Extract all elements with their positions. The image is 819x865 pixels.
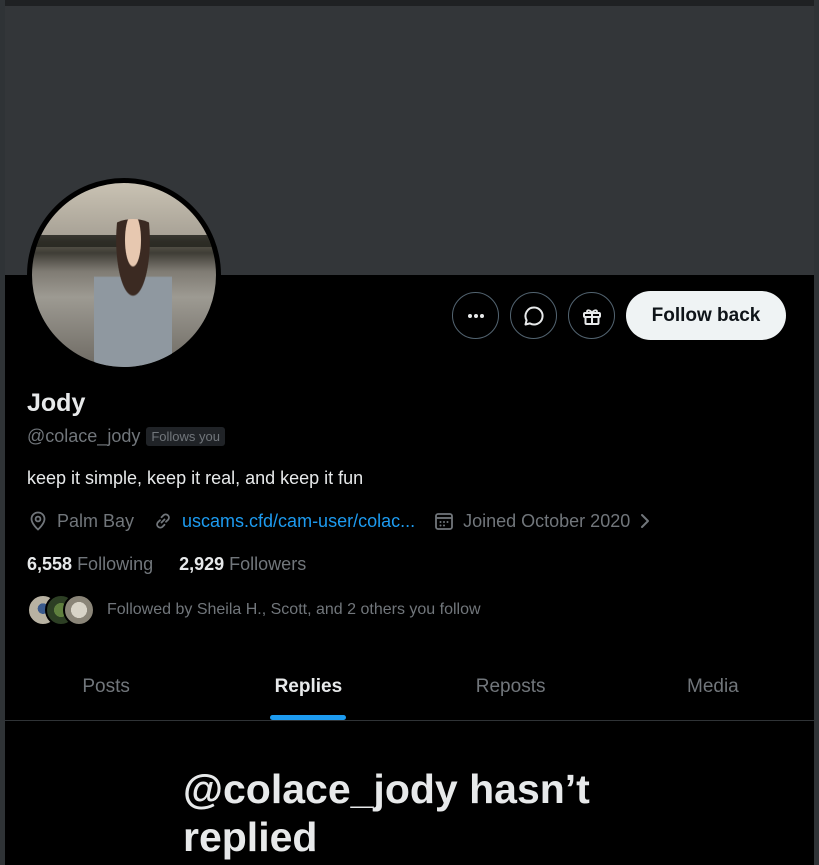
- location-text: Palm Bay: [57, 510, 135, 531]
- follows-you-badge: Follows you: [146, 427, 225, 446]
- tab-label: Replies: [274, 676, 343, 697]
- joined-item[interactable]: Joined October 2020: [433, 510, 652, 532]
- joined-text: Joined October 2020: [463, 510, 631, 531]
- website-item: uscams.cfd/cam-user/colac...: [152, 510, 415, 532]
- handle-row: @colace_jody Follows you: [27, 426, 225, 447]
- followers-stat[interactable]: 2,929 Followers: [179, 554, 306, 575]
- following-label: Following: [77, 554, 154, 574]
- profile-meta: Palm Bay uscams.cfd/cam-user/colac... Jo…: [27, 510, 670, 532]
- more-button[interactable]: [452, 292, 499, 339]
- avatar: [63, 594, 95, 626]
- profile-handle: @colace_jody: [27, 426, 141, 446]
- tab-replies[interactable]: Replies: [207, 654, 409, 720]
- follow-stats: 6,558 Following 2,929 Followers: [27, 554, 306, 575]
- tab-label: Reposts: [475, 676, 546, 697]
- location-icon: [30, 511, 46, 531]
- profile-tabs: Posts Replies Reposts Media: [5, 654, 814, 721]
- followed-by-text: Followed by Sheila H., Scott, and 2 othe…: [107, 601, 481, 618]
- more-icon: [467, 313, 484, 318]
- following-stat[interactable]: 6,558 Following: [27, 554, 153, 575]
- empty-state-title: @colace_jody hasn’t replied: [183, 766, 590, 860]
- follow-back-button[interactable]: Follow back: [626, 291, 786, 340]
- followers-label: Followers: [229, 554, 307, 574]
- link-icon: [156, 513, 170, 529]
- followers-count: 2,929: [179, 554, 225, 574]
- followed-by-avatars: [27, 594, 95, 626]
- window-right-edge: [814, 0, 819, 865]
- avatar-person: [94, 219, 172, 367]
- profile-actions: Follow back: [452, 291, 786, 340]
- tab-reposts[interactable]: Reposts: [410, 654, 612, 720]
- message-icon: [523, 305, 544, 325]
- tab-posts[interactable]: Posts: [5, 654, 207, 720]
- active-tab-indicator: [270, 715, 347, 720]
- followed-by-row[interactable]: Followed by Sheila H., Scott, and 2 othe…: [27, 594, 481, 626]
- profile-avatar[interactable]: [27, 178, 221, 372]
- tab-media[interactable]: Media: [612, 654, 814, 720]
- tab-label: Media: [687, 676, 739, 697]
- profile-name: Jody: [27, 389, 86, 417]
- tab-label: Posts: [82, 676, 130, 697]
- chevron-right-icon: [641, 514, 650, 528]
- gift-icon: [582, 308, 601, 325]
- calendar-icon: [435, 513, 454, 530]
- profile-bio: keep it simple, keep it real, and keep i…: [27, 468, 364, 488]
- website-link[interactable]: uscams.cfd/cam-user/colac...: [182, 511, 415, 532]
- message-button[interactable]: [510, 292, 557, 339]
- gift-button[interactable]: [568, 292, 615, 339]
- location-item: Palm Bay: [27, 510, 134, 532]
- following-count: 6,558: [27, 554, 73, 574]
